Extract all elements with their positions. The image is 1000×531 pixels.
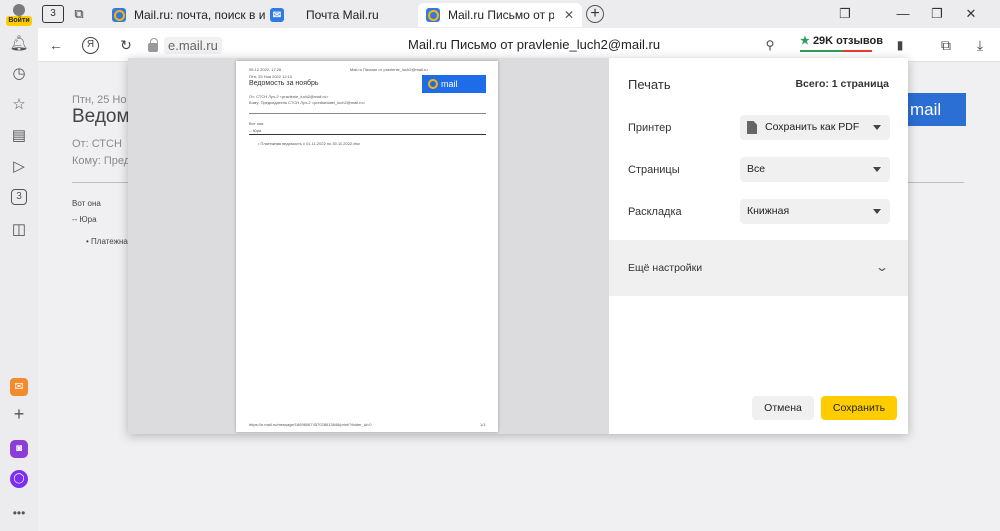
history-icon[interactable]: ◷ bbox=[9, 64, 29, 84]
chevron-down-icon: ⌄ bbox=[874, 260, 890, 274]
collections-icon[interactable]: ❐ bbox=[834, 4, 856, 24]
letter-body-line: -- Юра bbox=[72, 215, 97, 224]
restore-icon[interactable]: ❐ bbox=[926, 4, 948, 24]
play-icon[interactable]: ▷ bbox=[9, 157, 29, 177]
tabs-counter-icon[interactable]: 3 bbox=[11, 189, 27, 205]
pages-select[interactable]: Все bbox=[740, 157, 890, 182]
save-button[interactable]: Сохранить bbox=[821, 396, 897, 420]
tab-mail-letter[interactable]: Mail.ru Письмо от pravl ✕ bbox=[418, 3, 582, 27]
print-settings: Печать Всего: 1 страница Принтер Сохрани… bbox=[609, 58, 908, 434]
mail-favicon-icon bbox=[426, 8, 440, 22]
preview-mail-logo: mail bbox=[422, 75, 486, 93]
rating-badge[interactable]: ★ 29K отзывов bbox=[800, 34, 883, 52]
more-settings-toggle[interactable]: Ещё настройки ⌄ bbox=[609, 240, 908, 296]
layout-select[interactable]: Книжная bbox=[740, 199, 890, 224]
preview-subject: Ведомость за ноябрь bbox=[249, 80, 319, 87]
preview-to: Кому: Председатель СТСН Луч-2 <predsedat… bbox=[249, 100, 366, 105]
preview-attachment: • Платежная ведомость с 01.11.2022 по 30… bbox=[258, 141, 361, 146]
preview-from: От: СТСН Луч-2 <pravlenie_luch2@mail.ru> bbox=[249, 94, 329, 99]
yandex-icon[interactable]: Я bbox=[82, 37, 99, 54]
cancel-button[interactable]: Отмена bbox=[752, 396, 814, 420]
back-arrow-icon[interactable]: ← bbox=[46, 35, 66, 55]
search-key-icon[interactable]: ⚲ bbox=[760, 35, 780, 55]
printer-label: Принтер bbox=[628, 122, 672, 134]
page-title: Mail.ru Письмо от pravlenie_luch2@mail.r… bbox=[408, 37, 661, 52]
pages-label: Страницы bbox=[628, 164, 680, 176]
print-title: Печать bbox=[628, 77, 671, 92]
lock-icon bbox=[148, 37, 158, 52]
preview-header-date: 05.12.2022, 17:26 bbox=[249, 67, 282, 72]
rating-bar bbox=[800, 50, 872, 52]
reload-icon[interactable]: ↻ bbox=[116, 35, 136, 55]
preview-body-line: -- Юра bbox=[249, 128, 262, 133]
window-close-icon[interactable]: ✕ bbox=[960, 4, 982, 24]
preview-footer-url: https://e.mail.ru/message/16696067457028… bbox=[249, 422, 372, 427]
caret-down-icon bbox=[873, 167, 881, 172]
close-icon[interactable]: ✕ bbox=[564, 8, 574, 22]
camera-icon[interactable]: ◫ bbox=[9, 220, 29, 240]
preview-footer-page: 1/1 bbox=[480, 422, 486, 427]
document-icon bbox=[747, 121, 757, 134]
profile-button[interactable]: Войти bbox=[6, 4, 32, 26]
url-field[interactable]: e.mail.ru bbox=[148, 35, 222, 55]
minimize-icon[interactable]: — bbox=[892, 4, 914, 24]
mail-app-icon[interactable]: ✉ bbox=[10, 378, 28, 396]
star-icon: ★ bbox=[800, 35, 810, 47]
alice-icon[interactable]: ◯ bbox=[10, 470, 28, 488]
tabs-overview-icon[interactable]: 3 bbox=[42, 5, 64, 23]
url-domain: e.mail.ru bbox=[164, 36, 222, 54]
bell-icon[interactable]: 🔔︎ bbox=[9, 34, 29, 54]
preview-divider bbox=[249, 113, 486, 114]
browser-sidebar: Войти 🔔︎ ◷ ☆ ▤ ▷ 3 ◫ ✉ + ◙ ◯ ••• bbox=[0, 0, 38, 531]
caret-down-icon bbox=[873, 209, 881, 214]
preview-body-line: Вот она bbox=[249, 121, 264, 126]
printer-select[interactable]: Сохранить как PDF bbox=[740, 115, 890, 140]
avatar bbox=[13, 4, 25, 16]
letter-date: Птн, 25 Но bbox=[72, 94, 127, 106]
bookmarks-star-icon[interactable]: ☆ bbox=[9, 95, 29, 115]
letter-attachment: • Платежна bbox=[86, 237, 128, 246]
print-dialog: 05.12.2022, 17:26 Mail.ru Письмо от prav… bbox=[128, 58, 908, 434]
profile-label: Войти bbox=[6, 16, 32, 26]
tab-mail-inbox[interactable]: Почта Mail.ru bbox=[262, 3, 412, 27]
letter-subject: Ведом bbox=[72, 106, 130, 127]
tab-bar: 3 ⧉ Mail.ru: почта, поиск в ин Почта Mai… bbox=[38, 0, 1000, 28]
at-logo-icon bbox=[428, 79, 438, 89]
mail-logo: mail bbox=[906, 93, 966, 126]
new-tab-button[interactable]: + bbox=[586, 5, 604, 23]
caret-down-icon bbox=[873, 125, 881, 130]
new-tab-group-icon[interactable]: ⧉ bbox=[68, 4, 90, 24]
envelope-favicon-icon bbox=[270, 8, 284, 22]
preview-header-title: Mail.ru Письмо от pravlenie_luch2@mail.r… bbox=[350, 67, 428, 72]
bookmark-icon[interactable]: ▮ bbox=[890, 35, 910, 55]
more-dots-icon[interactable]: ••• bbox=[9, 503, 29, 523]
more-settings-label: Ещё настройки bbox=[628, 262, 703, 274]
tab-mail-home[interactable]: Mail.ru: почта, поиск в ин bbox=[104, 3, 274, 27]
page-count: Всего: 1 страница bbox=[795, 78, 889, 90]
preview-divider bbox=[249, 134, 486, 135]
letter-body-line: Вот она bbox=[72, 199, 101, 208]
preview-page: 05.12.2022, 17:26 Mail.ru Письмо от prav… bbox=[236, 61, 498, 432]
add-app-icon[interactable]: + bbox=[9, 404, 29, 424]
letter-from: От: СТСН bbox=[72, 138, 122, 150]
letter-to: Кому: Пред bbox=[72, 155, 131, 167]
download-icon[interactable]: ⤓ bbox=[970, 35, 990, 55]
notes-icon[interactable]: ▤ bbox=[9, 126, 29, 146]
address-bar: ← Я ↻ e.mail.ru Mail.ru Письмо от pravle… bbox=[38, 28, 1000, 62]
mail-favicon-icon bbox=[112, 8, 126, 22]
print-preview: 05.12.2022, 17:26 Mail.ru Письмо от prav… bbox=[128, 58, 609, 434]
extensions-icon[interactable]: ⧉ bbox=[936, 35, 956, 55]
messenger-icon[interactable]: ◙ bbox=[10, 440, 28, 458]
layout-label: Раскладка bbox=[628, 206, 682, 218]
preview-date: Птн, 25 Ноя 2022 12:10 bbox=[249, 74, 293, 79]
